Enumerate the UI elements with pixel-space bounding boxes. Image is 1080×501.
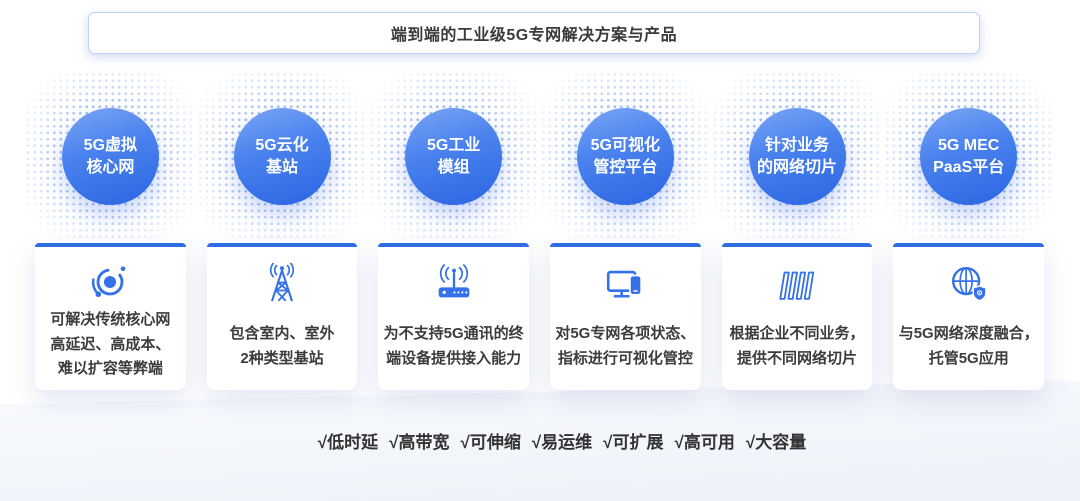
card-virtual-core: 可解决传统核心网 高延迟、高成本、 难以扩容等弊端	[35, 243, 186, 390]
card-visual-platform: 对5G专网各项状态、 指标进行可视化管控	[550, 243, 701, 390]
solution-circles-row: 5G虚拟 核心网 5G云化 基站 5G工业 模组 5G可视化 管控平台 针对业务…	[35, 98, 1044, 216]
circle-label: 5G工业 模组	[427, 135, 480, 178]
solution-circle: 针对业务 的网络切片	[749, 108, 846, 205]
feature-item: √高可用	[675, 428, 735, 453]
feature-list: √低时延 √高带宽 √可伸缩 √易运维 √可扩展 √高可用 √大容量	[22, 428, 1080, 453]
core-network-orbit-icon	[87, 257, 133, 308]
monitor-phone-icon	[602, 257, 648, 311]
feature-item: √大容量	[746, 428, 806, 453]
circle-label: 5G云化 基站	[255, 135, 308, 178]
feature-item: √可伸缩	[460, 428, 520, 453]
solution-circle: 5G工业 模组	[405, 108, 502, 205]
feature-item: √低时延	[318, 428, 378, 453]
card-description: 包含室内、室外 2种类型基站	[230, 322, 335, 372]
column-industrial-module: 5G工业 模组	[378, 98, 529, 216]
card-description: 与5G网络深度融合， 托管5G应用	[899, 322, 1039, 372]
card-industrial-module: 为不支持5G通讯的终 端设备提供接入能力	[378, 243, 529, 390]
circle-label: 针对业务 的网络切片	[757, 135, 837, 178]
solution-circle: 5G虚拟 核心网	[62, 108, 159, 205]
page-title: 端到端的工业级5G专网解决方案与产品	[391, 21, 677, 45]
card-mec-paas: 与5G网络深度融合， 托管5G应用	[893, 243, 1044, 390]
feature-item: √可扩展	[603, 428, 663, 453]
feature-item: √高带宽	[389, 428, 449, 453]
card-cloud-basestation: 包含室内、室外 2种类型基站	[207, 243, 358, 390]
solution-circle: 5G MEC PaaS平台	[920, 108, 1017, 205]
router-module-icon	[431, 257, 477, 311]
circle-label: 5G MEC PaaS平台	[933, 135, 1004, 178]
globe-shield-icon	[946, 257, 992, 311]
card-network-slicing: 根据企业不同业务， 提供不同网络切片	[722, 243, 873, 390]
solution-circle: 5G云化 基站	[234, 108, 331, 205]
card-description: 对5G专网各项状态、 指标进行可视化管控	[555, 322, 695, 372]
column-network-slicing: 针对业务 的网络切片	[722, 98, 873, 216]
card-description: 为不支持5G通讯的终 端设备提供接入能力	[384, 322, 524, 372]
network-slices-icon	[774, 257, 820, 311]
card-description: 可解决传统核心网 高延迟、高成本、 难以扩容等弊端	[50, 308, 170, 382]
card-description: 根据企业不同业务， 提供不同网络切片	[730, 322, 865, 372]
solution-cards-row: 可解决传统核心网 高延迟、高成本、 难以扩容等弊端 包含室内、室外 2种类型基站	[35, 243, 1044, 390]
column-mec-paas: 5G MEC PaaS平台	[893, 98, 1044, 216]
circle-label: 5G虚拟 核心网	[84, 135, 137, 178]
feature-item: √易运维	[532, 428, 592, 453]
column-virtual-core: 5G虚拟 核心网	[35, 98, 186, 216]
column-visual-platform: 5G可视化 管控平台	[550, 98, 701, 216]
circle-label: 5G可视化 管控平台	[591, 135, 660, 178]
infographic-5g-solution: 端到端的工业级5G专网解决方案与产品 5G虚拟 核心网 5G云化 基站 5G工业…	[0, 0, 1080, 501]
column-cloud-basestation: 5G云化 基站	[207, 98, 358, 216]
solution-circle: 5G可视化 管控平台	[577, 108, 674, 205]
base-station-tower-icon	[259, 257, 305, 311]
title-banner: 端到端的工业级5G专网解决方案与产品	[88, 12, 980, 54]
